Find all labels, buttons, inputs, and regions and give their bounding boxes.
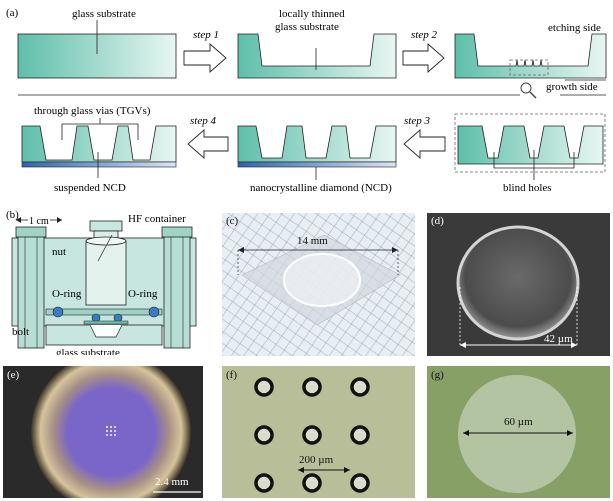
step3-arrow — [403, 129, 446, 159]
panel-g-photo: (g) 60 µm — [427, 366, 610, 498]
suspended-ncd-block — [21, 118, 177, 178]
nut-label: nut — [52, 246, 66, 258]
magnifier-icon — [520, 82, 537, 99]
locally-thinned-block — [237, 33, 397, 79]
ncd-label: nanocrystalline diamond (NCD) — [250, 182, 392, 194]
panel-d-sem: (d) 42 µm — [427, 213, 610, 356]
step4-arrow — [187, 129, 229, 159]
oring-left-label: O-ring — [52, 288, 82, 300]
etched-substrate-block — [454, 33, 607, 79]
step1-arrow — [183, 43, 227, 73]
panel-a-label: (a) — [6, 7, 19, 19]
step1-label: step 1 — [193, 29, 219, 41]
panel-a: (a) glass substrate step 1 locally thinn… — [6, 7, 607, 194]
hf-container-label: HF container — [128, 213, 186, 225]
locally-thinned-label-1: locally thinned — [279, 8, 345, 20]
panel-g-label: (g) — [431, 369, 444, 381]
panel-g-scale: 60 µm — [504, 416, 533, 428]
locally-thinned-label-2: glass substrate — [275, 21, 339, 33]
etching-side-label: etching side — [548, 22, 601, 34]
panel-f-scale: 200 µm — [299, 454, 334, 466]
right-bolt — [161, 226, 193, 349]
oring-right-icon — [148, 306, 160, 318]
panel-b: (b) 1 cm HF container nut O-ring O-ring … — [6, 209, 197, 355]
ncd-coated-block — [237, 125, 397, 180]
hf-container — [85, 234, 127, 306]
step3-label: step 3 — [404, 115, 430, 127]
oring-left-icon — [52, 306, 64, 318]
blind-holes-label: blind holes — [503, 182, 552, 194]
suspended-ncd-label: suspended NCD — [54, 182, 126, 194]
panel-c-photo: (c) 14 mm — [222, 213, 415, 356]
step2-label: step 2 — [411, 29, 437, 41]
panel-e-scale: 2.4 mm — [155, 476, 189, 488]
scale-label-b: 1 cm — [29, 216, 49, 227]
panel-f-label: (f) — [226, 369, 237, 381]
glass-substrate-block — [17, 20, 177, 79]
blind-holes-block — [454, 113, 606, 180]
step2-arrow — [402, 43, 445, 73]
glass-substrate-b-label: glass substrate — [56, 347, 120, 355]
top-nut — [89, 220, 123, 240]
panel-e-label: (e) — [7, 369, 20, 381]
tgv-label: through glass vias (TGVs) — [34, 105, 151, 117]
panel-e-photo: (e) 2.4 mm — [3, 366, 203, 498]
oring-right-label: O-ring — [128, 288, 158, 300]
glass-substrate-label: glass substrate — [72, 8, 136, 20]
panel-d-label: (d) — [431, 215, 444, 227]
panel-c-scale: 14 mm — [297, 235, 328, 247]
growth-side-label: growth side — [546, 81, 598, 93]
panel-f-photo: (f) 200 µm — [222, 366, 415, 498]
step4-label: step 4 — [190, 115, 216, 127]
panel-d-scale: 42 µm — [544, 333, 573, 345]
bolt-label: bolt — [12, 326, 29, 338]
panel-c-label: (c) — [226, 215, 239, 227]
panel-b-label: (b) — [6, 209, 19, 221]
